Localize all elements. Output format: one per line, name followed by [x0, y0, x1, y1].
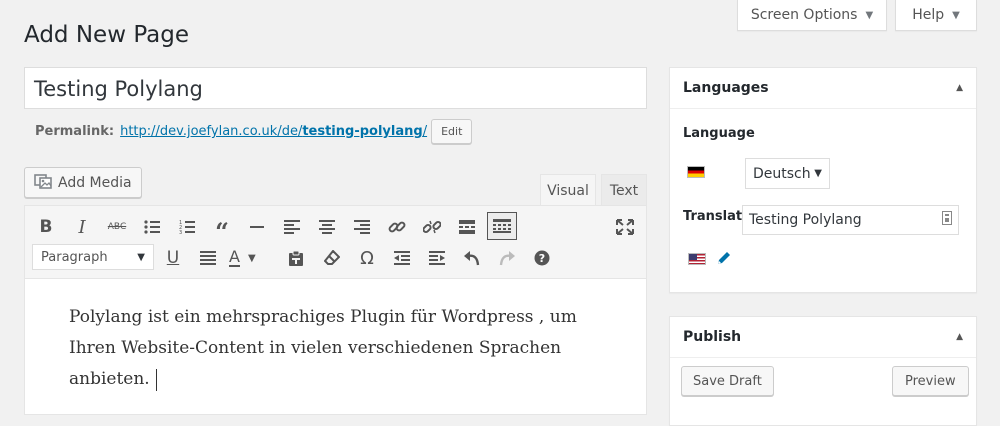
- language-select-value: Deutsch: [753, 165, 811, 182]
- special-char-icon[interactable]: Ω: [354, 245, 380, 271]
- language-select[interactable]: Deutsch ▼: [745, 158, 830, 189]
- permalink-slug: testing-polylang: [302, 124, 423, 139]
- blockquote-icon[interactable]: “: [209, 214, 235, 246]
- align-left-icon[interactable]: [279, 214, 305, 240]
- indent-icon[interactable]: [424, 245, 450, 271]
- italic-icon[interactable]: I: [69, 214, 95, 240]
- format-select[interactable]: Paragraph ▼: [32, 244, 154, 270]
- translation-link-icon: [942, 211, 952, 229]
- pencil-icon[interactable]: [716, 250, 732, 270]
- permalink-link[interactable]: http://dev.joefylan.co.uk/de/testing-pol…: [120, 124, 427, 139]
- permalink-label: Permalink:: [35, 124, 115, 139]
- editor-content[interactable]: Polylang ist ein mehrsprachiges Plugin f…: [69, 302, 609, 395]
- preview-button[interactable]: Preview: [892, 366, 969, 396]
- edit-permalink-button[interactable]: Edit: [431, 119, 473, 144]
- permalink-url-suffix: /: [422, 124, 428, 139]
- text-cursor: [155, 368, 157, 391]
- justify-icon[interactable]: [195, 245, 221, 271]
- undo-icon[interactable]: [459, 245, 485, 271]
- fullscreen-icon[interactable]: [612, 214, 638, 240]
- read-more-icon[interactable]: [454, 214, 480, 240]
- save-draft-button[interactable]: Save Draft: [681, 366, 774, 396]
- title-input[interactable]: Testing Polylang: [24, 67, 647, 109]
- numbered-list-icon[interactable]: 123: [174, 214, 200, 240]
- languages-panel-title: Languages: [683, 80, 769, 96]
- translation-input-value: Testing Polylang: [749, 212, 862, 228]
- caret-down-icon: ▼: [865, 9, 874, 21]
- caret-down-icon: ▼: [814, 168, 822, 179]
- screen-options-button[interactable]: Screen Options ▼: [737, 0, 887, 31]
- clear-format-icon[interactable]: [319, 245, 345, 271]
- us-flag-icon: [688, 253, 706, 265]
- permalink-row: Permalink: http://dev.joefylan.co.uk/de/…: [35, 119, 473, 144]
- underline-icon[interactable]: U: [160, 245, 186, 271]
- align-right-icon[interactable]: [349, 214, 375, 240]
- bullet-list-icon[interactable]: [139, 214, 165, 240]
- tab-visual[interactable]: Visual: [540, 174, 596, 206]
- screen-options-label: Screen Options: [750, 7, 858, 23]
- strikethrough-icon[interactable]: ABC: [104, 214, 130, 240]
- page-title: Add New Page: [24, 22, 189, 48]
- collapse-icon[interactable]: ▲: [956, 332, 963, 342]
- editor: B I ABC 123 “ Paragraph ▼ U A ▼ Ω ? Poly…: [24, 205, 647, 415]
- unlink-icon[interactable]: [419, 214, 445, 240]
- add-media-button[interactable]: Add Media: [24, 167, 142, 198]
- help-button[interactable]: Help ▼: [895, 0, 977, 31]
- help-label: Help: [912, 7, 945, 23]
- align-center-icon[interactable]: [314, 214, 340, 240]
- translation-input[interactable]: Testing Polylang: [742, 205, 959, 235]
- publish-panel-title: Publish: [683, 329, 742, 345]
- caret-down-icon: ▼: [137, 251, 145, 263]
- format-select-value: Paragraph: [41, 249, 108, 265]
- link-icon[interactable]: [384, 214, 410, 240]
- languages-panel-header[interactable]: Languages ▲: [670, 68, 976, 109]
- outdent-icon[interactable]: [389, 245, 415, 271]
- redo-icon[interactable]: [494, 245, 520, 271]
- text-color-icon[interactable]: A ▼: [229, 245, 273, 271]
- editor-toolbar: B I ABC 123 “ Paragraph ▼ U A ▼ Ω ?: [25, 206, 646, 279]
- language-label: Language: [683, 126, 755, 141]
- editor-text: Polylang ist ein mehrsprachiges Plugin f…: [69, 307, 577, 389]
- caret-down-icon: ▼: [952, 9, 960, 21]
- toolbar-toggle-icon[interactable]: [487, 212, 517, 240]
- svg-text:3: 3: [179, 230, 182, 234]
- add-media-label: Add Media: [58, 174, 132, 191]
- collapse-icon[interactable]: ▲: [956, 83, 963, 93]
- media-icon: [34, 172, 52, 194]
- german-flag-icon: [687, 166, 705, 178]
- paste-text-icon[interactable]: [283, 245, 309, 271]
- horizontal-line-icon[interactable]: [244, 214, 270, 240]
- publish-panel: Publish ▲ Save Draft Preview: [669, 316, 977, 426]
- permalink-url-prefix: http://dev.joefylan.co.uk/de/: [120, 124, 303, 139]
- languages-panel: Languages ▲ Language Deutsch ▼ Translati…: [669, 67, 977, 293]
- svg-text:?: ?: [539, 252, 545, 265]
- bold-icon[interactable]: B: [33, 214, 59, 240]
- tab-text[interactable]: Text: [601, 174, 647, 206]
- publish-panel-header[interactable]: Publish ▲: [670, 317, 976, 358]
- help-icon[interactable]: ?: [529, 245, 555, 271]
